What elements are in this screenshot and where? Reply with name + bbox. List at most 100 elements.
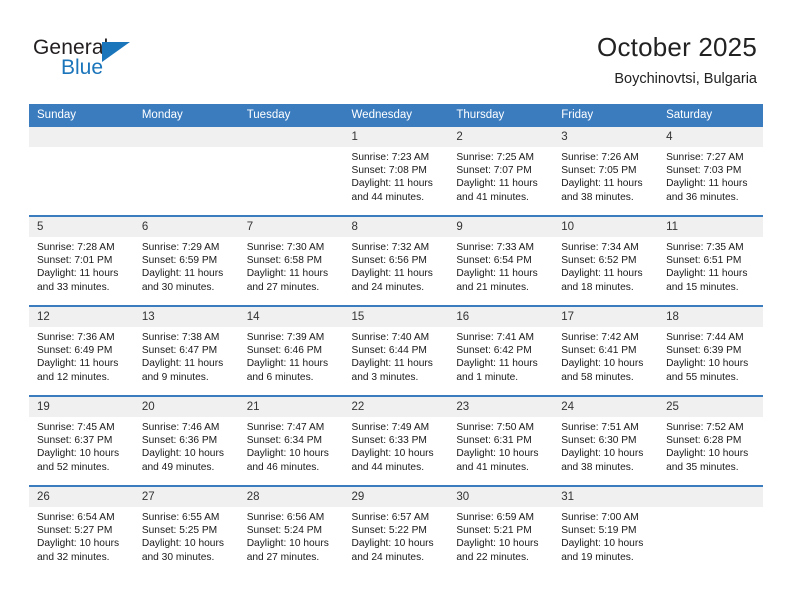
sunrise-text: Sunrise: 7:45 AM xyxy=(37,422,115,433)
calendar-day-cell[interactable]: 18 Sunrise: 7:44 AM Sunset: 6:39 PM Dayligh… xyxy=(658,305,763,396)
day-details: Sunrise: 7:26 AM Sunset: 7:05 PM Daylight:… xyxy=(553,147,658,204)
sunset-text: Sunset: 6:30 PM xyxy=(561,435,637,447)
calendar-day-cell[interactable]: 8 Sunrise: 7:32 AM Sunset: 6:56 PM Daylight… xyxy=(343,215,449,306)
calendar-day-cell[interactable]: 12 Sunrise: 7:36 AM Sunset: 6:49 PM Dayligh… xyxy=(29,305,134,396)
sunrise-text: Sunrise: 7:44 AM xyxy=(666,332,744,343)
day-details: Sunrise: 7:51 AM Sunset: 6:30 PM Daylight:… xyxy=(553,417,658,474)
calendar-day-cell[interactable]: 11 Sunrise: 7:35 AM Sunset: 6:51 PM Dayligh… xyxy=(658,215,763,306)
calendar-day-cell[interactable] xyxy=(133,127,239,216)
calendar-week-row: 5 Sunrise: 7:28 AM Sunset: 7:01 PM Daylight… xyxy=(29,215,763,306)
sunset-text: Sunset: 6:52 PM xyxy=(561,255,637,267)
weekday-header-thursday: Thursday xyxy=(448,104,554,127)
sunrise-text: Sunrise: 7:42 AM xyxy=(561,332,639,343)
daylight-text: Daylight: 10 hours and 24 minutes. xyxy=(351,538,434,563)
calendar-day-cell[interactable]: 25 Sunrise: 7:52 AM Sunset: 6:28 PM Dayligh… xyxy=(658,395,763,486)
calendar-day-cell[interactable]: 20 Sunrise: 7:46 AM Sunset: 6:36 PM Dayligh… xyxy=(133,395,239,486)
sunset-text: Sunset: 7:08 PM xyxy=(351,165,427,177)
day-number: 2 xyxy=(448,127,554,147)
day-number: 15 xyxy=(343,307,449,327)
calendar-day-cell[interactable]: 30 Sunrise: 6:59 AM Sunset: 5:21 PM Dayligh… xyxy=(448,485,554,575)
day-cell-27: 27 Sunrise: 6:55 AM Sunset: 5:25 PM Dayligh… xyxy=(133,487,239,575)
day-number: 1 xyxy=(343,127,449,147)
day-number: 5 xyxy=(29,217,134,237)
day-details: Sunrise: 7:25 AM Sunset: 7:07 PM Daylight:… xyxy=(448,147,553,204)
calendar-day-cell[interactable] xyxy=(238,127,344,216)
day-number: 28 xyxy=(238,487,344,507)
day-cell-23: 23 Sunrise: 7:50 AM Sunset: 6:31 PM Dayligh… xyxy=(448,397,554,485)
day-details: Sunrise: 7:41 AM Sunset: 6:42 PM Daylight:… xyxy=(448,327,553,384)
sunset-text: Sunset: 6:42 PM xyxy=(456,345,532,357)
day-details: Sunrise: 7:49 AM Sunset: 6:33 PM Daylight:… xyxy=(344,417,449,474)
daylight-text: Daylight: 10 hours and 41 minutes. xyxy=(456,448,539,473)
calendar-day-cell[interactable]: 24 Sunrise: 7:51 AM Sunset: 6:30 PM Dayligh… xyxy=(553,395,659,486)
day-cell-18: 18 Sunrise: 7:44 AM Sunset: 6:39 PM Dayligh… xyxy=(658,307,763,395)
sunrise-text: Sunrise: 7:46 AM xyxy=(141,422,220,433)
day-number: 24 xyxy=(553,397,659,417)
daylight-text: Daylight: 10 hours and 30 minutes. xyxy=(141,538,224,563)
calendar-day-cell[interactable]: 13 Sunrise: 7:38 AM Sunset: 6:47 PM Dayligh… xyxy=(133,305,239,396)
sunrise-text: Sunrise: 7:25 AM xyxy=(456,152,534,163)
sunrise-text: Sunrise: 7:23 AM xyxy=(351,152,430,163)
sunset-text: Sunset: 6:49 PM xyxy=(37,345,113,357)
sunrise-text: Sunrise: 7:26 AM xyxy=(561,152,639,163)
day-cell-31: 31 Sunrise: 7:00 AM Sunset: 5:19 PM Dayligh… xyxy=(553,487,659,575)
sunrise-text: Sunrise: 7:36 AM xyxy=(37,332,115,343)
daylight-text: Daylight: 11 hours and 36 minutes. xyxy=(666,178,748,203)
calendar-day-cell[interactable]: 29 Sunrise: 6:57 AM Sunset: 5:22 PM Dayligh… xyxy=(343,485,449,575)
calendar-day-cell[interactable]: 22 Sunrise: 7:49 AM Sunset: 6:33 PM Dayligh… xyxy=(343,395,449,486)
calendar-day-cell[interactable]: 6 Sunrise: 7:29 AM Sunset: 6:59 PM Daylight… xyxy=(133,215,239,306)
sunrise-text: Sunrise: 6:54 AM xyxy=(37,512,115,523)
day-number: 23 xyxy=(448,397,554,417)
day-cell-9: 9 Sunrise: 7:33 AM Sunset: 6:54 PM Daylight… xyxy=(448,217,554,305)
sunset-text: Sunset: 6:58 PM xyxy=(246,255,323,267)
calendar-day-cell[interactable]: 19 Sunrise: 7:45 AM Sunset: 6:37 PM Dayligh… xyxy=(29,395,134,486)
sunrise-text: Sunrise: 7:41 AM xyxy=(456,332,534,343)
weekday-header-monday: Monday xyxy=(133,104,239,127)
sunrise-text: Sunrise: 7:40 AM xyxy=(351,332,430,343)
sunset-text: Sunset: 6:33 PM xyxy=(351,435,427,447)
calendar-day-cell[interactable]: 17 Sunrise: 7:42 AM Sunset: 6:41 PM Dayligh… xyxy=(553,305,659,396)
brand-name-blue: Blue xyxy=(61,56,104,79)
day-cell-8: 8 Sunrise: 7:32 AM Sunset: 6:56 PM Daylight… xyxy=(343,217,449,305)
calendar-day-cell[interactable]: 7 Sunrise: 7:30 AM Sunset: 6:58 PM Daylight… xyxy=(238,215,344,306)
day-number xyxy=(133,127,239,147)
calendar-day-cell[interactable]: 21 Sunrise: 7:47 AM Sunset: 6:34 PM Dayligh… xyxy=(238,395,344,486)
sunrise-text: Sunrise: 7:38 AM xyxy=(141,332,220,343)
sunset-text: Sunset: 6:28 PM xyxy=(666,435,742,447)
day-cell-5: 5 Sunrise: 7:28 AM Sunset: 7:01 PM Daylight… xyxy=(29,217,134,305)
daylight-text: Daylight: 10 hours and 35 minutes. xyxy=(666,448,749,473)
calendar-day-cell[interactable]: 5 Sunrise: 7:28 AM Sunset: 7:01 PM Daylight… xyxy=(29,215,134,306)
calendar-day-cell[interactable]: 27 Sunrise: 6:55 AM Sunset: 5:25 PM Dayligh… xyxy=(133,485,239,575)
calendar-day-cell[interactable]: 23 Sunrise: 7:50 AM Sunset: 6:31 PM Dayligh… xyxy=(448,395,554,486)
calendar-day-cell[interactable]: 4 Sunrise: 7:27 AM Sunset: 7:03 PM Daylight… xyxy=(658,127,763,216)
calendar-day-cell[interactable]: 31 Sunrise: 7:00 AM Sunset: 5:19 PM Dayligh… xyxy=(553,485,659,575)
calendar-day-cell[interactable]: 1 Sunrise: 7:23 AM Sunset: 7:08 PM Daylight… xyxy=(343,127,449,216)
calendar-day-cell[interactable]: 10 Sunrise: 7:34 AM Sunset: 6:52 PM Dayligh… xyxy=(553,215,659,306)
calendar-day-cell[interactable]: 26 Sunrise: 6:54 AM Sunset: 5:27 PM Dayligh… xyxy=(29,485,134,575)
day-details: Sunrise: 7:23 AM Sunset: 7:08 PM Daylight:… xyxy=(344,147,449,204)
day-number: 26 xyxy=(29,487,134,507)
calendar-day-cell[interactable]: 14 Sunrise: 7:39 AM Sunset: 6:46 PM Dayligh… xyxy=(238,305,344,396)
calendar-day-cell[interactable]: 9 Sunrise: 7:33 AM Sunset: 6:54 PM Daylight… xyxy=(448,215,554,306)
calendar-day-cell[interactable]: 15 Sunrise: 7:40 AM Sunset: 6:44 PM Dayligh… xyxy=(343,305,449,396)
day-details: Sunrise: 6:54 AM Sunset: 5:27 PM Daylight:… xyxy=(29,507,134,564)
daylight-text: Daylight: 11 hours and 1 minute. xyxy=(456,358,538,383)
sunrise-text: Sunrise: 7:32 AM xyxy=(351,242,430,253)
calendar-day-cell[interactable] xyxy=(658,485,763,575)
day-details: Sunrise: 7:39 AM Sunset: 6:46 PM Daylight:… xyxy=(239,327,344,384)
sunset-text: Sunset: 6:31 PM xyxy=(456,435,532,447)
page-title: October 2025 xyxy=(597,32,757,62)
calendar-day-cell[interactable] xyxy=(29,127,134,216)
calendar-day-cell[interactable]: 3 Sunrise: 7:26 AM Sunset: 7:05 PM Daylight… xyxy=(553,127,659,216)
calendar-week-row: 26 Sunrise: 6:54 AM Sunset: 5:27 PM Dayligh… xyxy=(29,485,763,575)
day-cell-14: 14 Sunrise: 7:39 AM Sunset: 6:46 PM Dayligh… xyxy=(238,307,344,395)
calendar-day-cell[interactable]: 16 Sunrise: 7:41 AM Sunset: 6:42 PM Dayligh… xyxy=(448,305,554,396)
day-cell-empty xyxy=(238,127,344,215)
brand-logo[interactable]: General Blue xyxy=(33,36,233,86)
day-number xyxy=(658,487,763,507)
weekday-header-tuesday: Tuesday xyxy=(238,104,344,127)
daylight-text: Daylight: 10 hours and 52 minutes. xyxy=(37,448,120,473)
calendar-day-cell[interactable]: 2 Sunrise: 7:25 AM Sunset: 7:07 PM Daylight… xyxy=(448,127,554,216)
calendar-day-cell[interactable]: 28 Sunrise: 6:56 AM Sunset: 5:24 PM Dayligh… xyxy=(238,485,344,575)
day-cell-15: 15 Sunrise: 7:40 AM Sunset: 6:44 PM Dayligh… xyxy=(343,307,449,395)
